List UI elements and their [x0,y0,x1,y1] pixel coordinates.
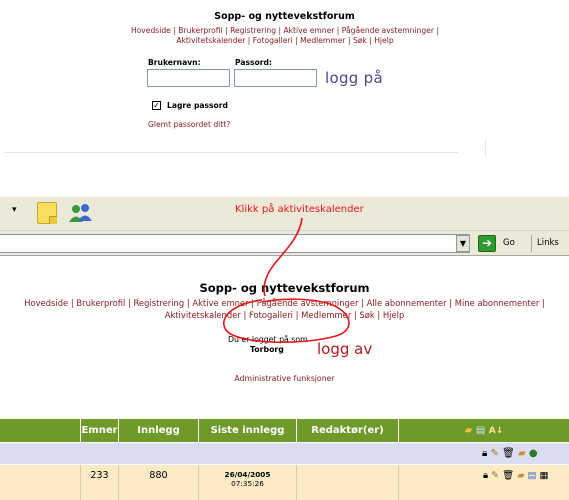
cell-emner: 233 [80,465,118,500]
links-button[interactable]: Links [537,238,559,248]
go-button[interactable]: Go [503,238,515,248]
nav2-brukerprofil[interactable]: Brukerprofil [76,298,125,308]
address-bar: ▼ ➔ Go Links [0,231,569,256]
edit-icon[interactable]: ✎ [491,448,499,459]
forum-title: Sopp- og nyttevekstforum [214,11,355,22]
col-redaktor: Redaktør(er) [296,419,398,442]
nav2-alle-abonnementer[interactable]: Alle abonnementer [367,298,447,308]
globe-icon[interactable]: ● [529,448,538,459]
dropdown-arrow-icon[interactable]: ▼ [456,235,470,252]
nav2-fotogalleri[interactable]: Fotogalleri [249,310,293,320]
col-siste-innlegg: Siste innlegg [198,419,296,442]
nav-pagaende-avstemninger[interactable]: Pågående avstemninger [342,26,434,35]
folder-icon[interactable]: ▰ [518,448,526,459]
forgot-password-link[interactable]: Glemt passordet ditt? [148,120,230,129]
nav-hovedside[interactable]: Hovedside [131,26,171,35]
header-tools: ▰ ▤ A↓ [398,419,569,442]
siste-time: 07:35:26 [231,479,264,488]
chevron-down-icon[interactable]: ▾ [12,205,17,215]
remember-label: Lagre passord [167,101,228,110]
logout-button[interactable]: logg av [317,340,372,358]
nav-registrering[interactable]: Registrering [230,26,276,35]
links-separator [531,235,532,252]
table-row: 233 880 26/04/2005 07:35:26 🔒︎ ✎ 🗑︎ ▰ ▤ … [0,464,569,500]
nav2-aktive-emner[interactable]: Aktive emner [192,298,248,308]
nav-medlemmer[interactable]: Medlemmer [300,36,345,45]
nav-hjelp[interactable]: Hjelp [374,36,393,45]
edit-icon[interactable]: ✎ [491,470,499,481]
messenger-people-icon[interactable] [68,203,94,223]
nav-sok[interactable]: Søk [353,36,367,45]
nav-brukerprofil[interactable]: Brukerprofil [178,26,222,35]
nav2-sok[interactable]: Søk [359,310,374,320]
logged-out-header: Sopp- og nyttevekstforum Hovedside | Bru… [0,0,569,175]
trash-icon[interactable]: 🗑︎ [502,448,515,459]
go-arrow-icon[interactable]: ➔ [478,235,496,252]
login-button[interactable]: logg på [325,69,383,87]
password-label: Passord: [235,58,272,67]
nav2-hjelp[interactable]: Hjelp [383,310,404,320]
list-icon[interactable]: ▤ [528,470,537,481]
cell-innlegg: 880 [118,465,198,500]
nav-aktive-emner[interactable]: Aktive emner [283,26,334,35]
siste-date: 26/04/2005 [224,470,271,479]
address-input[interactable] [0,234,470,253]
table-row: 🔒︎ ✎ 🗑︎ ▰ ● [0,442,569,464]
nav2-mine-abonnementer[interactable]: Mine abonnementer [455,298,540,308]
cell-tools: 🔒︎ ✎ 🗑︎ ▰ ▤ ▦ [398,465,569,500]
list-icon[interactable]: ▤ [476,425,485,436]
trash-icon[interactable]: 🗑︎ [502,470,514,481]
cell-siste-innlegg: 26/04/2005 07:35:26 [198,465,296,500]
col-innlegg: Innlegg [118,419,198,442]
annotation-text: Klikk på aktiviteskalender [235,204,364,215]
main-nav: Hovedside | Brukerprofil | Registrering … [24,298,545,320]
remember-checkbox[interactable]: ✓ [152,101,161,110]
lock-icon[interactable]: 🔒︎ [483,470,488,481]
folder-icon[interactable]: ▰ [517,470,524,481]
divider-vertical [485,139,486,157]
sticky-note-icon[interactable] [37,202,57,224]
col-emner: Emner [80,419,118,442]
nav2-hovedside[interactable]: Hovedside [24,298,68,308]
folder-icon[interactable]: ▰ [465,425,473,436]
merge-icon[interactable]: ▦ [540,470,549,481]
sort-az-icon[interactable]: A↓ [489,426,504,436]
top-nav: Hovedside | Brukerprofil | Registrering … [130,26,440,45]
row-tools: 🔒︎ ✎ 🗑︎ ▰ ● [482,443,538,465]
cell-redaktor [296,465,398,500]
password-input[interactable] [234,69,317,87]
logged-in-text: Du er logget på som [228,335,308,344]
page-title: Sopp- og nyttevekstforum [199,281,370,295]
lock-icon[interactable]: 🔒︎ [482,448,487,459]
admin-functions-link[interactable]: Administrative funksjoner [0,374,569,383]
divider [5,152,458,153]
username-display: Torborg [250,345,284,354]
nav2-aktivitetskalender[interactable]: Aktivitetskalender [165,310,241,320]
username-label: Brukernavn: [148,58,201,67]
nav-fotogalleri[interactable]: Fotogalleri [253,36,293,45]
username-input[interactable] [147,69,230,87]
nav2-medlemmer[interactable]: Medlemmer [301,310,351,320]
table-header: Emner Innlegg Siste innlegg Redaktør(er)… [0,419,569,442]
nav-aktivitetskalender[interactable]: Aktivitetskalender [176,36,245,45]
nav2-pagaende-avstemninger[interactable]: Pågående avstemninger [257,298,359,308]
nav2-registrering[interactable]: Registrering [133,298,184,308]
